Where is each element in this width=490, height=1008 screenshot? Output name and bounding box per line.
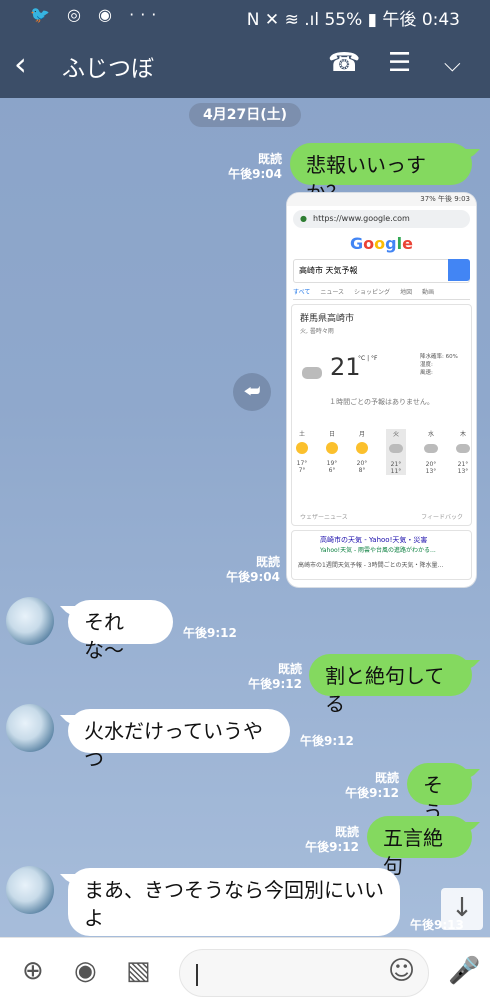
message-meta: 既読 午後9:12 (341, 771, 399, 801)
avatar[interactable] (6, 704, 54, 752)
chevron-down-icon[interactable]: ⌵ (444, 52, 461, 77)
read-status: 既読 (277, 662, 302, 676)
message-meta: 既読 午後9:12 (244, 662, 302, 692)
message-bubble-sent[interactable]: 五言絶句 (367, 816, 480, 878)
date-separator: 4月27日(土) (189, 103, 301, 127)
search-icon (448, 259, 470, 281)
message-meta: 既読 午後9:04 (224, 152, 282, 182)
status-bar: 🐦 ◎ ◉ ··· N ✕ ≋ .ıl 55% ▮ 午後 0:43 (0, 0, 490, 32)
scroll-down-icon[interactable]: ↓ (441, 888, 483, 930)
avatar[interactable] (6, 597, 54, 645)
share-icon[interactable]: ⮨ (233, 373, 271, 411)
note-icon[interactable]: ☰ (388, 48, 411, 78)
message-time: 午後9:12 (183, 626, 237, 640)
message-time: 午後9:12 (305, 840, 359, 854)
status-left-icons: 🐦 ◎ ◉ ··· (30, 5, 163, 24)
sun-icon (326, 442, 338, 454)
read-status: 既読 (374, 771, 399, 785)
read-status: 既読 (334, 825, 359, 839)
image-message[interactable]: 37% 午後 9:03 ● https://www.google.com Goo… (287, 193, 476, 587)
cloud-icon (389, 444, 403, 453)
status-right-info: N ✕ ≋ .ıl 55% ▮ 午後 0:43 (246, 10, 460, 30)
message-bubble-sent[interactable]: 悲報いいっすか？ (290, 143, 480, 205)
screenshot-status-bar: 37% 午後 9:03 (287, 193, 476, 206)
cloud-icon (424, 444, 438, 453)
message-time: 午後9:12 (300, 734, 354, 748)
image-icon[interactable]: ▧ (126, 956, 151, 986)
microphone-icon[interactable]: 🎤 (448, 956, 480, 986)
lock-icon: ● (300, 214, 307, 223)
message-text: まあ、きつそうなら今回別にいいよ (84, 878, 384, 930)
message-time: 午後9:12 (345, 786, 399, 800)
screenshot-tabs: すべて ニュース ショッピング 地図 動画 (293, 287, 470, 300)
chat-header: ‹ ふじつぼ ☎ ☰ ⌵ (0, 32, 490, 98)
message-time: 午後9:04 (226, 570, 280, 584)
cloud-icon (456, 444, 470, 453)
message-bubble-received[interactable]: それな〜 (60, 600, 173, 662)
cloud-rain-icon (302, 367, 322, 379)
emoji-icon[interactable]: ☺ (388, 956, 415, 986)
read-status: 既読 (255, 555, 280, 569)
google-logo: Google (350, 234, 413, 253)
message-text: 割と絶句してる (325, 664, 445, 716)
text-caret (196, 964, 198, 986)
plus-icon[interactable]: ⊕ (22, 956, 44, 986)
screenshot-search-box: 高崎市 天気予報 (293, 259, 470, 283)
message-text: 火水だけっていうやつ (84, 719, 263, 771)
message-bubble-received[interactable]: まあ、きつそうなら今回別にいいよ (60, 868, 400, 936)
temperature: 21 (330, 353, 361, 381)
input-bar: ⊕ ◉ ▧ ☺ 🎤 (0, 937, 490, 1008)
avatar[interactable] (6, 866, 54, 914)
read-status: 既読 (257, 152, 282, 166)
chevron-left-icon[interactable]: ‹ (14, 46, 27, 82)
message-bubble-sent[interactable]: 割と絶句してる (309, 654, 480, 716)
camera-icon[interactable]: ◉ (74, 956, 97, 986)
phone-icon[interactable]: ☎ (328, 48, 360, 78)
message-meta: 既読 午後9:12 (301, 825, 359, 855)
search-result: 高崎市の天気 - Yahoo!天気・災害 Yahoo!天気 - 雨雲や台風の進路… (291, 530, 472, 580)
message-meta: 既読 午後9:04 (222, 555, 280, 585)
weather-card: 群馬県高崎市 火, 曇時々雨 21 °C | °F 降水確率: 60% 湿度: … (291, 304, 472, 526)
screenshot-url-bar: ● https://www.google.com (293, 210, 470, 228)
sun-icon (296, 442, 308, 454)
message-text: それな〜 (84, 610, 124, 662)
message-bubble-sent[interactable]: そう (407, 763, 480, 825)
message-time: 午後9:12 (248, 677, 302, 691)
chat-title: ふじつぼ (62, 56, 154, 82)
forecast-row: 土 17° 7° 日 19° 6° 月 20° 8° 火 21° 11° 水 20° 13° 木 21… (296, 429, 470, 475)
sun-icon (356, 442, 368, 454)
message-bubble-received[interactable]: 火水だけっていうやつ (60, 709, 290, 771)
message-text: 五言絶句 (383, 826, 443, 878)
message-time: 午後9:04 (228, 167, 282, 181)
